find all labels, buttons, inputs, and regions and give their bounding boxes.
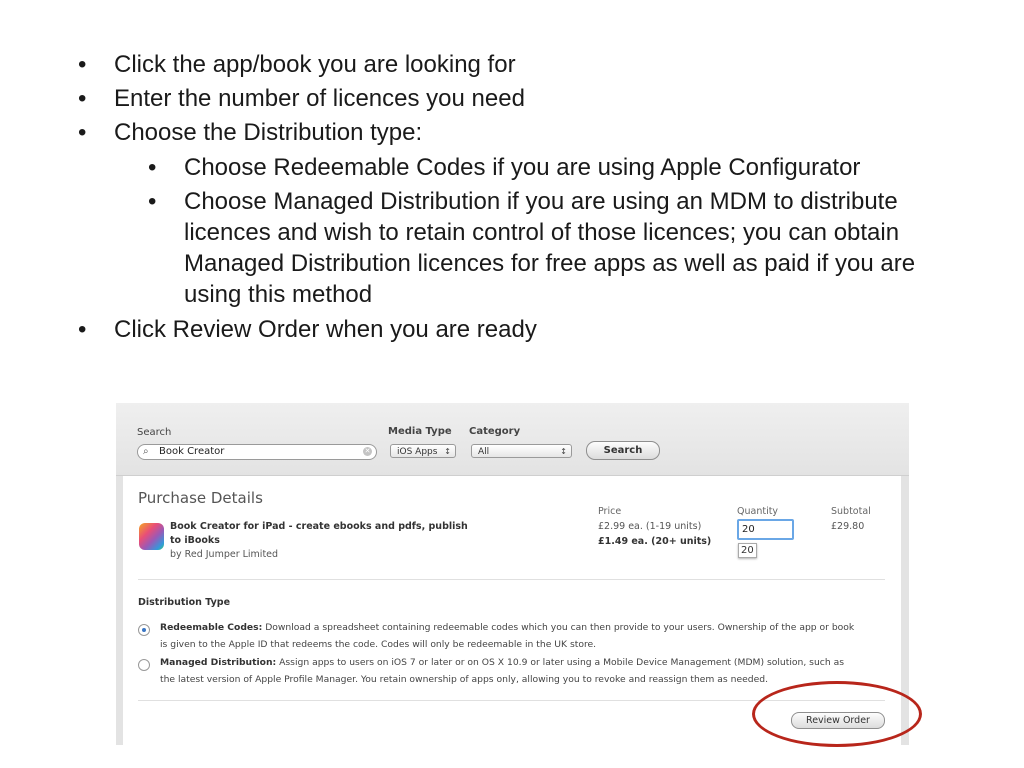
- category-label: Category: [469, 426, 521, 437]
- category-value: All: [478, 447, 490, 457]
- distribution-type-title: Distribution Type: [138, 597, 231, 608]
- redeemable-codes-radio[interactable]: [138, 624, 150, 636]
- media-type-select[interactable]: iOS Apps ↕: [390, 444, 456, 458]
- bullet-item: • Enter the number of licences you need: [78, 82, 978, 116]
- option-label: Managed Distribution:: [160, 657, 277, 668]
- search-input-value: Book Creator: [159, 446, 225, 457]
- option-label: Redeemable Codes:: [160, 622, 263, 633]
- bullet-glyph: •: [78, 51, 87, 78]
- bullet-item: • Click Review Order when you are ready: [78, 313, 978, 347]
- bullet-text: Choose Managed Distribution if you are u…: [184, 188, 916, 308]
- clear-search-icon[interactable]: ✕: [363, 447, 372, 456]
- sub-bullet-item: • Choose Redeemable Codes if you are usin…: [78, 152, 978, 183]
- quantity-autocomplete-suggestion[interactable]: 20: [738, 543, 757, 558]
- review-order-highlight-circle: [752, 681, 922, 747]
- managed-distribution-radio[interactable]: [138, 659, 150, 671]
- search-button[interactable]: Search: [586, 441, 660, 460]
- bullet-glyph: •: [148, 188, 157, 215]
- search-label: Search: [137, 427, 172, 438]
- slide-bullet-list: • Click the app/book you are looking for …: [78, 48, 978, 347]
- search-icon: ⌕: [143, 446, 149, 457]
- bullet-item: • Choose the Distribution type:: [78, 116, 978, 150]
- app-developer: by Red Jumper Limited: [170, 549, 279, 560]
- sub-bullet-item: • Choose Managed Distribution if you are …: [78, 186, 978, 310]
- subtotal-header: Subtotal: [831, 506, 871, 517]
- bullet-text: Choose the Distribution type:: [114, 119, 423, 146]
- media-type-label: Media Type: [388, 426, 452, 437]
- bullet-glyph: •: [78, 85, 87, 112]
- quantity-input[interactable]: 20: [737, 519, 794, 540]
- bullet-text: Click the app/book you are looking for: [114, 51, 516, 78]
- app-icon: [139, 523, 164, 550]
- divider: [138, 579, 885, 580]
- bullet-glyph: •: [78, 119, 87, 146]
- redeemable-codes-option[interactable]: Redeemable Codes: Download a spreadsheet…: [160, 619, 860, 653]
- search-bar: Search ⌕ Book Creator ✕ Media Type iOS A…: [116, 403, 909, 476]
- app-name: Book Creator for iPad - create ebooks an…: [170, 521, 468, 546]
- select-arrows-icon: ↕: [560, 447, 567, 456]
- subtotal-value: £29.80: [831, 521, 865, 532]
- quantity-header: Quantity: [737, 506, 779, 517]
- bullet-text: Click Review Order when you are ready: [114, 316, 537, 343]
- bullet-glyph: •: [148, 154, 157, 181]
- bullet-glyph: •: [78, 316, 87, 343]
- bullet-item: • Click the app/book you are looking for: [78, 48, 978, 82]
- category-select[interactable]: All ↕: [471, 444, 572, 458]
- select-arrows-icon: ↕: [444, 447, 451, 456]
- bullet-text: Enter the number of licences you need: [114, 85, 525, 112]
- price-header: Price: [598, 506, 622, 517]
- managed-distribution-option[interactable]: Managed Distribution: Assign apps to use…: [160, 654, 860, 688]
- bullet-text: Choose Redeemable Codes if you are using…: [184, 154, 861, 181]
- price-tier-2: £1.49 ea. (20+ units): [598, 536, 712, 547]
- search-input[interactable]: ⌕ Book Creator ✕: [137, 444, 377, 460]
- media-type-value: iOS Apps: [397, 447, 438, 457]
- purchase-details-title: Purchase Details: [138, 489, 263, 507]
- price-tier-1: £2.99 ea. (1-19 units): [598, 521, 702, 532]
- option-description: Download a spreadsheet containing redeem…: [160, 622, 855, 650]
